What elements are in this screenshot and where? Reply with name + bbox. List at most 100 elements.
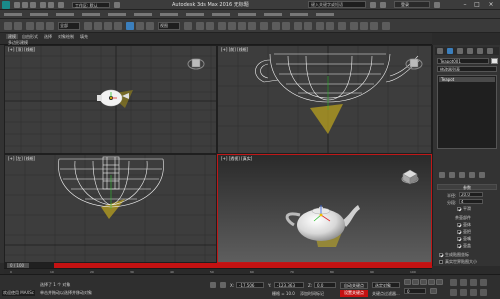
mirror-icon[interactable] [272,22,280,30]
app-logo-icon[interactable] [2,1,10,9]
redo-icon[interactable] [48,2,54,8]
viewport-front[interactable]: [+] [前] [线框] [217,45,432,154]
workspace-dropdown-icon[interactable] [114,2,120,8]
x-coordinate-field[interactable]: -17.506 [236,282,264,288]
ribbon-tab-selection[interactable]: 选择 [44,34,52,39]
open-file-icon[interactable] [22,2,28,8]
curve-editor-icon[interactable] [316,22,324,30]
goto-start-icon[interactable] [404,279,411,285]
bind-space-warp-icon[interactable] [46,22,54,30]
object-name-field[interactable]: Teapot001 [437,58,489,64]
current-frame-field[interactable]: 0 [404,288,426,294]
absolute-mode-icon[interactable] [220,282,226,288]
orbit-icon[interactable] [470,289,477,296]
schematic-view-icon[interactable] [326,22,334,30]
close-icon[interactable]: × [486,1,496,9]
menu-help[interactable] [316,11,346,18]
real-world-map-checkbox[interactable] [439,260,443,264]
viewport-label[interactable]: [+] [透视] [真实] [221,156,252,162]
viewcube-icon[interactable] [187,56,205,70]
zoom-icon[interactable] [450,279,457,286]
y-coordinate-field[interactable]: -123.363 [274,282,304,288]
auto-key-button[interactable]: 自动关键点 [340,282,368,289]
goto-end-icon[interactable] [436,279,443,285]
unlink-icon[interactable] [36,22,44,30]
move-icon[interactable] [126,22,134,30]
keyboard-shortcut-icon[interactable] [206,22,214,30]
viewcube-icon[interactable] [405,56,423,70]
key-filters-button[interactable]: 关键点过滤器... [372,291,400,297]
search-icon[interactable] [370,2,376,8]
region-select-icon[interactable] [104,22,112,30]
link-icon[interactable] [26,22,34,30]
add-time-tag[interactable]: 添加时间标记 [300,291,324,297]
scale-icon[interactable] [146,22,154,30]
help-icon[interactable] [434,2,440,8]
project-folder-icon[interactable] [58,2,64,8]
pin-stack-icon[interactable] [439,172,445,178]
set-key-button[interactable]: 设置关键点 [340,290,368,297]
parameters-rollout[interactable]: 参数 [437,184,497,190]
binoculars-icon[interactable] [380,2,386,8]
save-file-icon[interactable] [30,2,36,8]
zoom-extents-all-icon[interactable] [480,279,487,286]
display-tab-icon[interactable] [477,48,483,54]
modifier-stack[interactable]: Teapot [437,75,497,149]
selection-filter-select[interactable]: 全部 [58,22,80,30]
maximize-icon[interactable]: □ [472,1,482,9]
viewport-left[interactable]: [+] [左] [线框] [4,154,217,263]
search-input[interactable]: 键入关键字或短语 [308,1,366,8]
percent-snap-icon[interactable] [238,22,246,30]
layer-manager-icon[interactable] [294,22,302,30]
zoom-all-icon[interactable] [460,279,467,286]
remove-modifier-icon[interactable] [469,172,475,178]
select-manipulate-icon[interactable] [196,22,204,30]
named-selection-icon[interactable] [260,22,268,30]
modifier-stack-item[interactable]: Teapot [439,77,495,82]
time-config-icon[interactable] [430,288,437,294]
key-filter-select[interactable]: 选定对象 [372,282,400,288]
viewport-label[interactable]: [+] [前] [线框] [221,47,248,53]
spinner-snap-icon[interactable] [248,22,256,30]
create-tab-icon[interactable] [437,48,443,54]
hierarchy-tab-icon[interactable] [457,48,463,54]
rotate-icon[interactable] [136,22,144,30]
viewcube-icon[interactable] [401,169,419,185]
teapot-rendered[interactable] [285,205,360,241]
align-icon[interactable] [282,22,290,30]
ribbon-tab-freeform[interactable]: 自由形式 [22,34,38,39]
utilities-tab-icon[interactable] [487,48,493,54]
undo-tool-icon[interactable] [4,22,12,30]
gen-mapping-checkbox[interactable] [439,253,443,257]
new-file-icon[interactable] [14,2,20,8]
graphite-toggle-icon[interactable] [304,22,312,30]
redo-tool-icon[interactable] [14,22,22,30]
configure-sets-icon[interactable] [479,172,485,178]
viewport-top[interactable]: [+] [顶] [线框] [4,45,217,154]
z-coordinate-field[interactable]: 0.0 [314,282,336,288]
render-icon[interactable] [370,22,378,30]
ref-coord-select[interactable]: 视图 [158,22,180,30]
render-setup-icon[interactable] [350,22,358,30]
material-editor-icon[interactable] [338,22,346,30]
selection-lock-icon[interactable] [210,282,216,288]
segments-spinner[interactable]: 4 [459,199,483,204]
viewport-perspective[interactable]: [+] [透视] [真实] [217,154,432,263]
ribbon-tab-modeling[interactable]: 建模 [6,34,18,39]
a360-render-icon[interactable] [382,22,390,30]
pan-icon[interactable] [460,289,467,296]
prev-frame-icon[interactable] [412,279,419,285]
snaps-toggle-icon[interactable] [218,22,226,30]
select-object-icon[interactable] [84,22,92,30]
maximize-viewport-icon[interactable] [480,289,487,296]
angle-snap-icon[interactable] [228,22,236,30]
part-handle-checkbox[interactable] [457,230,461,234]
radius-spinner[interactable]: 20.0 [459,192,483,197]
viewport-label[interactable]: [+] [顶] [线框] [8,47,35,53]
minimize-icon[interactable]: – [460,1,470,9]
undo-icon[interactable] [40,2,46,8]
select-by-name-icon[interactable] [94,22,102,30]
window-crossing-icon[interactable] [114,22,122,30]
login-button[interactable]: 登录 [394,1,430,8]
object-color-swatch[interactable] [491,58,498,64]
